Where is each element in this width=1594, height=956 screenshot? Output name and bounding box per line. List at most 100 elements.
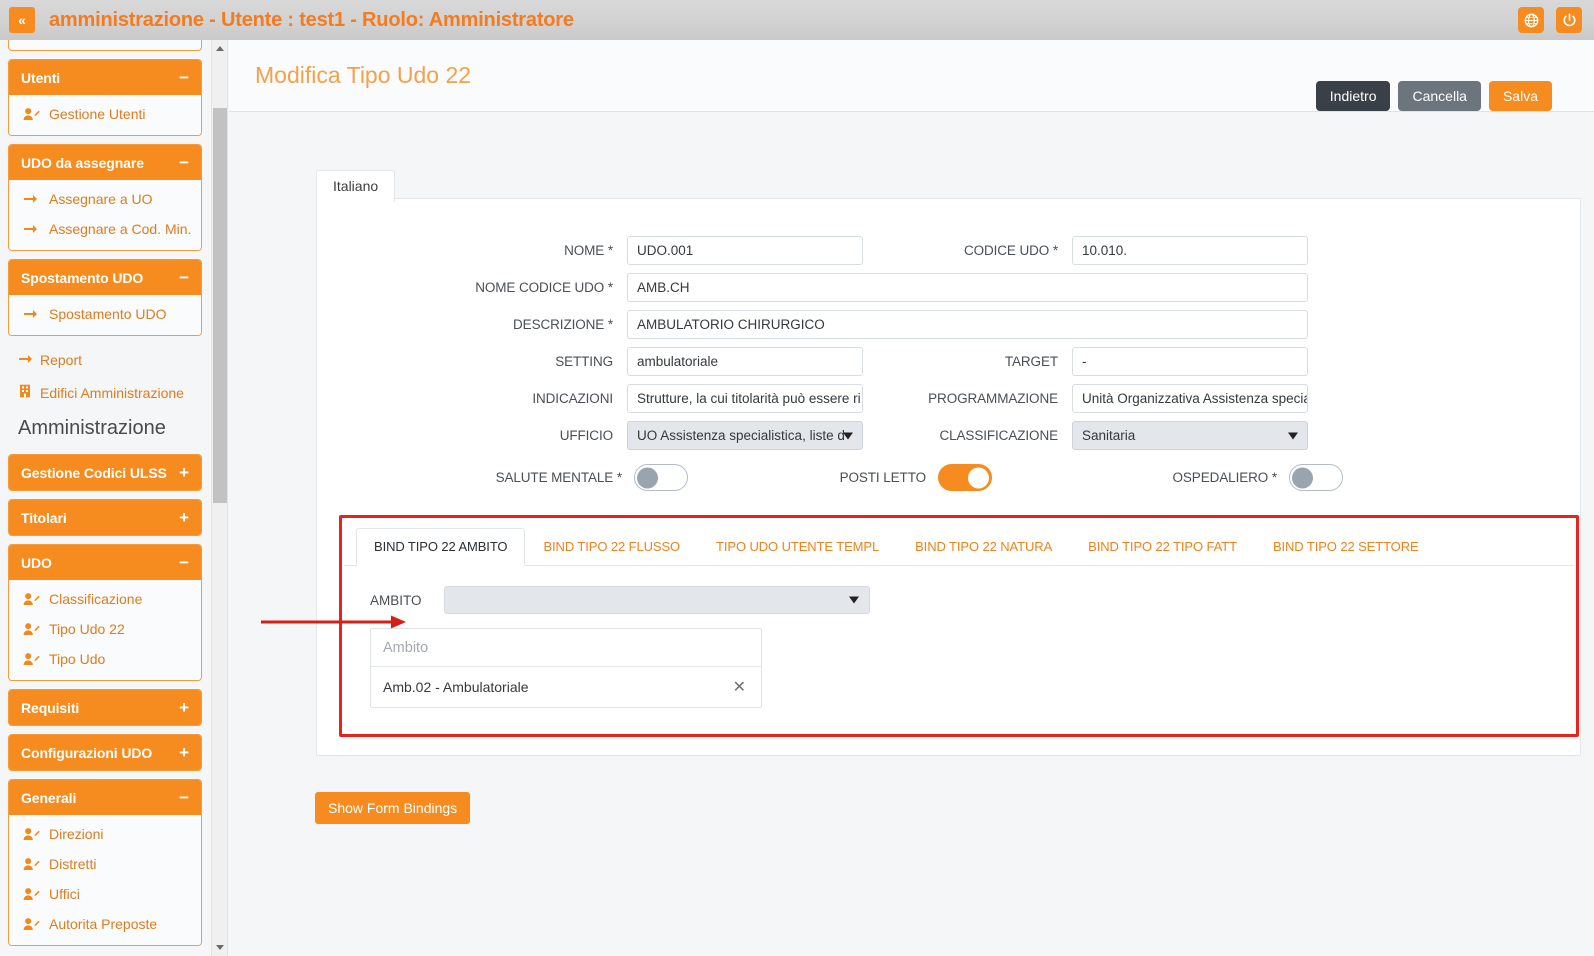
sidebar-item-assegnare-a-cod-min[interactable]: Assegnare a Cod. Min. bbox=[9, 214, 201, 244]
sidebar-item-label: Spostamento UDO bbox=[49, 306, 167, 322]
sidebar-item-assegnare-a-uo[interactable]: Assegnare a UO bbox=[9, 184, 201, 214]
user-edit-icon bbox=[23, 592, 43, 606]
power-icon bbox=[1562, 13, 1577, 28]
tab-bind-tipo-22-natura[interactable]: BIND TIPO 22 NATURA bbox=[897, 528, 1070, 566]
sidebar-group-udo: UDO − Classificazione Tipo Udo 22 Tipo U… bbox=[8, 544, 202, 681]
sidebar-group-header-configurazioni-udo[interactable]: Configurazioni UDO + bbox=[9, 735, 201, 770]
nome-input[interactable]: UDO.001 bbox=[627, 236, 863, 265]
list-item: Amb.02 - Ambulatoriale ✕ bbox=[371, 667, 761, 707]
minus-icon: − bbox=[179, 68, 189, 87]
sidebar-item-direzioni[interactable]: Direzioni bbox=[9, 819, 201, 849]
ufficio-selected-value: UO Assistenza specialistica, liste d bbox=[637, 428, 845, 443]
sidebar-item-classificazione[interactable]: Classificazione bbox=[9, 584, 201, 614]
sidebar-group-header-requisiti[interactable]: Requisiti + bbox=[9, 690, 201, 725]
annotation-arrow bbox=[261, 615, 406, 629]
sidebar-group-title: Titolari bbox=[21, 509, 67, 526]
toggle-knob bbox=[1292, 467, 1313, 488]
sidebar-group-title: Spostamento UDO bbox=[21, 269, 144, 286]
toggle-knob bbox=[968, 467, 989, 488]
ospedaliero-toggle[interactable] bbox=[1289, 464, 1343, 491]
sidebar-group-generali: Generali − Direzioni Distretti Uffici Au… bbox=[8, 779, 202, 946]
sidebar-group-header-gestione-codici-ulss[interactable]: Gestione Codici ULSS + bbox=[9, 455, 201, 490]
sidebar-item-label: Tipo Udo bbox=[49, 651, 106, 667]
cancel-button[interactable]: Cancella bbox=[1398, 81, 1481, 111]
sidebar-item-autorita-preposte[interactable]: Autorita Preposte bbox=[9, 909, 201, 939]
tab-tipo-udo-utente-templ[interactable]: TIPO UDO UTENTE TEMPL bbox=[698, 528, 897, 566]
sidebar-group-titolari: Titolari + bbox=[8, 499, 202, 536]
sidebar-group-body-spostamento-udo: Spostamento UDO bbox=[9, 295, 201, 335]
save-button[interactable]: Salva bbox=[1488, 81, 1552, 111]
sidebar-item-label: Tipo Udo 22 bbox=[49, 621, 125, 637]
main-content: Modifica Tipo Udo 22 Indietro Cancella S… bbox=[229, 40, 1594, 956]
user-edit-icon bbox=[23, 622, 43, 636]
setting-input[interactable]: ambulatoriale bbox=[627, 347, 863, 376]
sidebar-item-label: Assegnare a Cod. Min. bbox=[49, 221, 192, 237]
sidebar-group-spostamento-udo: Spostamento UDO − Spostamento UDO bbox=[8, 259, 202, 336]
classificazione-select[interactable]: Sanitaria bbox=[1072, 421, 1308, 450]
bind-section: BIND TIPO 22 AMBITO BIND TIPO 22 FLUSSO … bbox=[327, 515, 1579, 737]
sidebar-group-header-generali[interactable]: Generali − bbox=[9, 780, 201, 815]
descrizione-input[interactable]: AMBULATORIO CHIRURGICO bbox=[627, 310, 1308, 339]
salute-mentale-toggle[interactable] bbox=[634, 464, 688, 491]
caret-down-icon bbox=[216, 945, 224, 950]
sidebar-group-header-spostamento-udo[interactable]: Spostamento UDO − bbox=[9, 260, 201, 295]
ambito-filter-input[interactable]: Ambito bbox=[371, 629, 761, 667]
sidebar-scrollbar[interactable] bbox=[211, 40, 227, 956]
form-row-ufficio: UFFICIO UO Assistenza specialistica, lis… bbox=[327, 421, 1570, 450]
sidebar-group-header-titolari[interactable]: Titolari + bbox=[9, 500, 201, 535]
indicazioni-input[interactable]: Strutture, la cui titolarità può essere … bbox=[627, 384, 863, 413]
sidebar-item-edifici-amministrazione[interactable]: Edifici Amministrazione bbox=[8, 376, 202, 409]
sidebar-group-header-udo-da-assegnare[interactable]: UDO da assegnare − bbox=[9, 145, 201, 180]
sidebar-item-spostamento-udo[interactable]: Spostamento UDO bbox=[9, 299, 201, 329]
user-edit-icon bbox=[23, 652, 43, 666]
sidebar-item-label: Uffici bbox=[49, 886, 80, 902]
close-icon[interactable]: ✕ bbox=[730, 677, 749, 697]
sidebar-item-uffici[interactable]: Uffici bbox=[9, 879, 201, 909]
show-form-bindings-button[interactable]: Show Form Bindings bbox=[315, 792, 471, 824]
sidebar-section-heading: Amministrazione bbox=[18, 417, 166, 439]
back-button[interactable]: Indietro bbox=[1315, 81, 1391, 111]
nome-codice-udo-input[interactable]: AMB.CH bbox=[627, 273, 1308, 302]
nome-label: NOME * bbox=[564, 243, 613, 258]
app-title: amministrazione - Utente : test1 - Ruolo… bbox=[49, 8, 574, 31]
posti-letto-toggle[interactable] bbox=[938, 464, 992, 491]
ufficio-select[interactable]: UO Assistenza specialistica, liste d bbox=[627, 421, 863, 450]
setting-label: SETTING bbox=[555, 354, 613, 369]
sidebar-group-header-utenti[interactable]: Utenti − bbox=[9, 60, 201, 95]
logout-button[interactable] bbox=[1556, 7, 1582, 33]
sidebar-group-header-udo[interactable]: UDO − bbox=[9, 545, 201, 580]
form-row-descrizione: DESCRIZIONE * AMBULATORIO CHIRURGICO bbox=[327, 310, 1570, 339]
sidebar-item-label: Report bbox=[40, 352, 83, 368]
tab-bind-tipo-22-flusso[interactable]: BIND TIPO 22 FLUSSO bbox=[525, 528, 698, 566]
caret-up-icon bbox=[216, 46, 224, 51]
sidebar-item-tipo-udo-22[interactable]: Tipo Udo 22 bbox=[9, 614, 201, 644]
sidebar-item-report[interactable]: Report bbox=[8, 344, 202, 376]
tab-bind-tipo-22-settore[interactable]: BIND TIPO 22 SETTORE bbox=[1255, 528, 1437, 566]
scrollbar-down-button[interactable] bbox=[212, 939, 227, 956]
sidebar-group-body-generali: Direzioni Distretti Uffici Autorita Prep… bbox=[9, 815, 201, 945]
tab-bind-tipo-22-tipo-fatt[interactable]: BIND TIPO 22 TIPO FATT bbox=[1070, 528, 1255, 566]
chevron-down-icon bbox=[849, 596, 859, 604]
sidebar-item-distretti[interactable]: Distretti bbox=[9, 849, 201, 879]
sidebar-collapse-button[interactable]: « bbox=[9, 7, 35, 33]
descrizione-label: DESCRIZIONE * bbox=[513, 317, 613, 332]
edit-form-card: Italiano NOME * UDO.001 CODICE UDO * 10.… bbox=[316, 170, 1581, 756]
minus-icon: − bbox=[179, 153, 189, 172]
sidebar-item-tipo-udo[interactable]: Tipo Udo bbox=[9, 644, 201, 674]
top-bar: « amministrazione - Utente : test1 - Ruo… bbox=[0, 0, 1594, 40]
minus-icon: − bbox=[179, 553, 189, 572]
bind-tab-panel-ambito: AMBITO Ambito Amb.02 - Ambulatoriale ✕ bbox=[344, 566, 1574, 732]
target-input[interactable]: - bbox=[1072, 347, 1308, 376]
sidebar-item-gestione-utenti[interactable]: Gestione Utenti bbox=[9, 99, 201, 129]
sidebar-item-label: Gestione Utenti bbox=[49, 106, 146, 122]
scrollbar-up-button[interactable] bbox=[212, 40, 227, 57]
language-button[interactable] bbox=[1518, 7, 1544, 33]
tab-bind-tipo-22-ambito[interactable]: BIND TIPO 22 AMBITO bbox=[356, 528, 526, 566]
ambito-select[interactable] bbox=[444, 586, 870, 614]
scrollbar-thumb[interactable] bbox=[213, 108, 227, 503]
sidebar-group-title: UDO da assegnare bbox=[21, 154, 144, 171]
tab-italiano[interactable]: Italiano bbox=[316, 170, 396, 202]
programmazione-input[interactable]: Unità Organizzativa Assistenza specia bbox=[1072, 384, 1308, 413]
codice-udo-input[interactable]: 10.010. bbox=[1072, 236, 1308, 265]
form-row-nome-codice-udo: NOME CODICE UDO * AMB.CH bbox=[327, 273, 1570, 302]
